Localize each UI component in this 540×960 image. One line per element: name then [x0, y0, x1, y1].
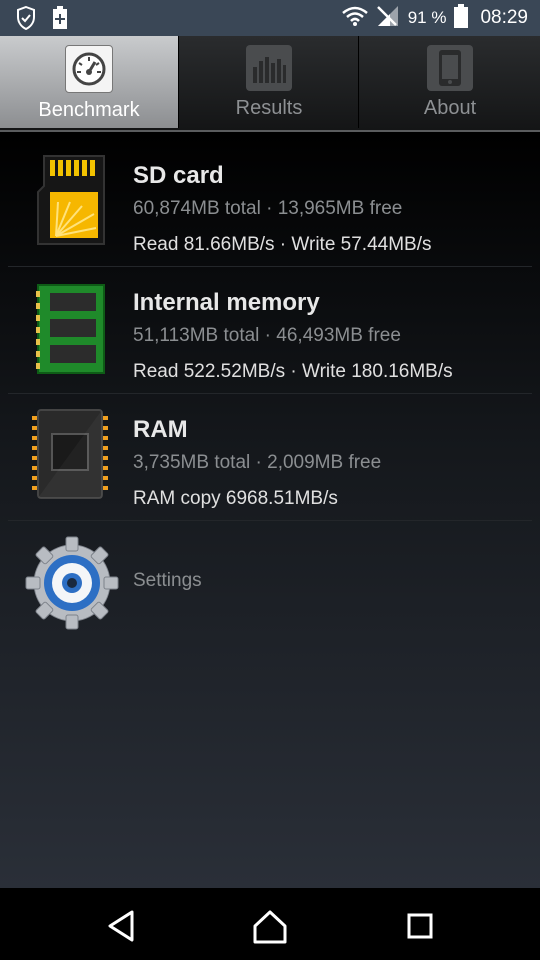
tab-about[interactable]: About	[360, 36, 540, 128]
item-title: SD card	[133, 162, 224, 189]
navigation-bar	[0, 888, 540, 960]
tab-label: Results	[235, 97, 303, 119]
list-item-settings[interactable]: Settings	[0, 521, 540, 647]
tab-results[interactable]: Results	[180, 36, 359, 128]
wifi-icon	[341, 6, 368, 31]
battery-percent: 91 %	[407, 8, 447, 27]
list-item-sd-card[interactable]: SD card 60,874MB total · 13,965MB free R…	[0, 140, 540, 266]
status-bar: 91 % 08:29	[0, 0, 540, 36]
signal-icon	[376, 5, 400, 32]
ram-chip-icon	[24, 406, 116, 506]
tab-label: Benchmark	[38, 99, 140, 121]
tab-label: About	[423, 97, 477, 119]
benchmark-list: SD card 60,874MB total · 13,965MB free R…	[0, 132, 540, 888]
recents-icon[interactable]	[400, 906, 440, 946]
tab-bar: Benchmark Results About	[0, 36, 540, 132]
item-speed: Read 81.66MB/s · Write 57.44MB/s	[133, 234, 432, 255]
item-capacity: 51,113MB total · 46,493MB free	[133, 325, 401, 346]
bar-chart-icon	[246, 45, 292, 91]
clock: 08:29	[480, 7, 528, 28]
shield-icon	[16, 5, 36, 35]
settings-label: Settings	[133, 570, 202, 591]
list-item-ram[interactable]: RAM 3,735MB total · 2,009MB free RAM cop…	[0, 394, 540, 520]
battery-plus-icon	[52, 6, 68, 35]
list-item-internal-memory[interactable]: Internal memory 51,113MB total · 46,493M…	[0, 267, 540, 393]
item-title: Internal memory	[133, 289, 320, 316]
item-speed: RAM copy 6968.51MB/s	[133, 488, 338, 509]
phone-icon	[427, 45, 473, 91]
tab-benchmark[interactable]: Benchmark	[0, 36, 179, 128]
item-title: RAM	[133, 416, 188, 443]
sd-card-icon	[24, 152, 116, 252]
item-speed: Read 522.52MB/s · Write 180.16MB/s	[133, 361, 453, 382]
home-icon[interactable]	[250, 906, 290, 946]
item-capacity: 60,874MB total · 13,965MB free	[133, 198, 403, 219]
back-icon[interactable]	[102, 906, 142, 946]
item-capacity: 3,735MB total · 2,009MB free	[133, 452, 382, 473]
memory-chip-icon	[24, 279, 116, 379]
settings-gear-icon	[24, 535, 119, 635]
speedometer-icon	[65, 45, 113, 93]
battery-icon	[454, 3, 469, 33]
